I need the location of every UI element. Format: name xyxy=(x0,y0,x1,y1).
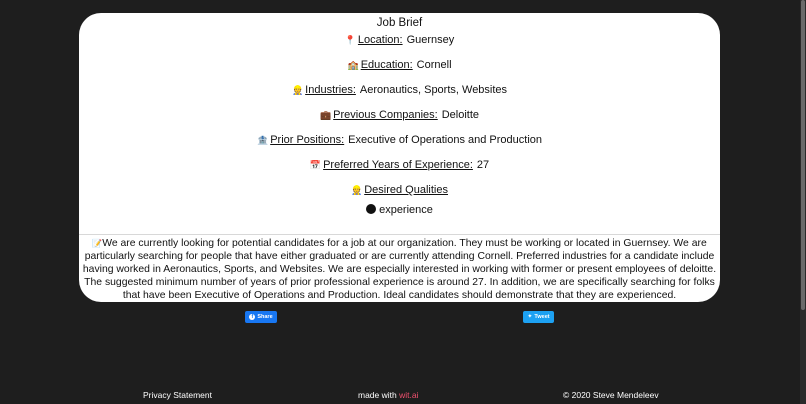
copyright: © 2020 Steve Mendeleev xyxy=(563,390,659,400)
field-value: 27 xyxy=(476,159,490,171)
quality-item: experience xyxy=(79,203,720,217)
memo-icon: 📝 xyxy=(92,239,103,248)
tweet-label: Tweet xyxy=(534,314,550,320)
privacy-statement-link[interactable]: Privacy Statement xyxy=(143,389,212,401)
field-desired-qualities: 👷 Desired Qualities xyxy=(79,183,720,197)
field-label: Preferred Years of Experience: xyxy=(323,159,473,171)
field-value: Aeronautics, Sports, Websites xyxy=(359,84,508,96)
twitter-tweet-button[interactable]: ✦ Tweet xyxy=(523,311,554,323)
job-brief-card: Job Brief 📍 Location: Guernsey 🏫 Education:… xyxy=(79,13,720,302)
field-label: Industries: xyxy=(305,84,356,96)
field-value: Cornell xyxy=(416,59,452,71)
bullet-dot-icon xyxy=(366,204,377,214)
summary-paragraph: 📝We are currently looking for potential … xyxy=(81,237,718,302)
share-label: Share xyxy=(257,314,273,320)
field-label: Desired Qualities xyxy=(364,184,448,196)
scrollbar[interactable] xyxy=(800,0,806,404)
wit-ai-link[interactable]: wit.ai xyxy=(399,390,418,400)
field-label: Location: xyxy=(357,34,403,46)
made-with-text: made with xyxy=(358,390,400,400)
field-value: Guernsey xyxy=(406,34,455,46)
facebook-share-button[interactable]: f Share xyxy=(245,311,277,323)
field-industries: 👷 Industries: Aeronautics, Sports, Website… xyxy=(79,83,720,97)
bank-icon: 🏦 xyxy=(256,135,269,145)
field-value: Deloitte xyxy=(441,109,480,121)
briefcase-icon: 💼 xyxy=(319,110,332,120)
field-years-experience: 📅 Preferred Years of Experience: 27 xyxy=(79,158,720,172)
page: Job Brief 📍 Location: Guernsey 🏫 Education:… xyxy=(0,0,806,404)
card-title: Job Brief xyxy=(376,17,423,29)
pin-icon: 📍 xyxy=(344,35,356,45)
calendar-icon: 📅 xyxy=(309,160,322,170)
facebook-icon: f xyxy=(249,314,256,320)
scrollbar-thumb[interactable] xyxy=(801,0,805,310)
divider xyxy=(79,234,720,235)
field-label: Previous Companies: xyxy=(333,109,438,121)
made-with-credit: made with wit.ai xyxy=(358,389,418,401)
worker-icon: 👷 xyxy=(351,185,363,195)
summary-text: We are currently looking for potential c… xyxy=(82,238,717,301)
field-location: 📍 Location: Guernsey xyxy=(79,33,720,47)
field-previous-companies: 💼 Previous Companies: Deloitte xyxy=(79,108,720,122)
field-prior-positions: 🏦 Prior Positions: Executive of Operations… xyxy=(79,133,720,147)
field-education: 🏫 Education: Cornell xyxy=(79,58,720,72)
quality-value: experience xyxy=(379,204,433,216)
twitter-icon: ✦ xyxy=(527,314,533,320)
school-icon: 🏫 xyxy=(347,60,359,70)
field-label: Education: xyxy=(360,59,413,71)
worker-icon: 👷 xyxy=(291,85,304,95)
field-value: Executive of Operations and Production xyxy=(348,134,543,146)
field-label: Prior Positions: xyxy=(270,134,345,146)
